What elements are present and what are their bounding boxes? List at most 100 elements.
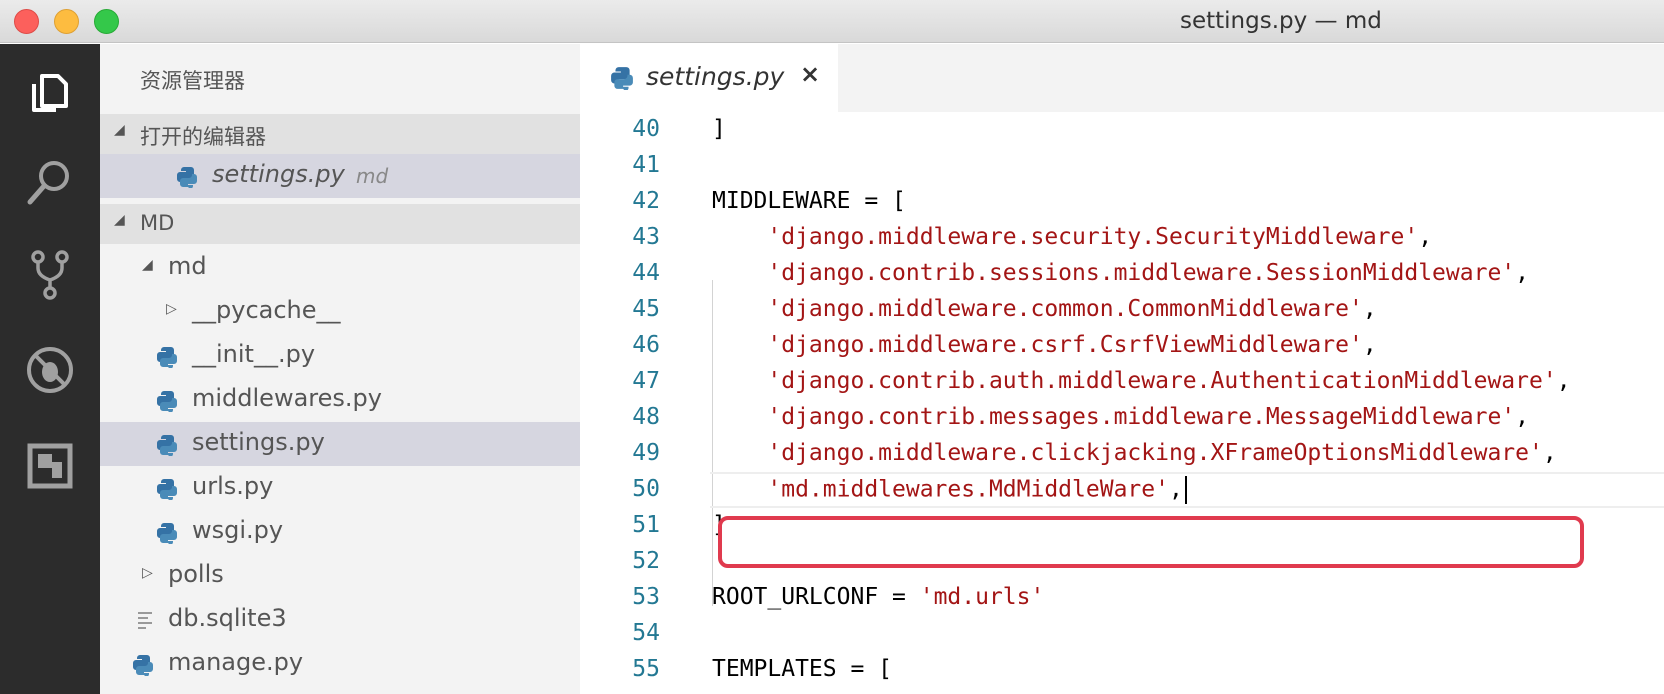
highlight-annotation-box: [718, 516, 1584, 568]
line-number: 45: [632, 296, 660, 322]
python-file-icon: [156, 522, 178, 544]
code-string: 'django.middleware.csrf.CsrfViewMiddlewa…: [767, 332, 1363, 358]
source-control-icon[interactable]: [24, 249, 76, 301]
code-line[interactable]: 49 'django.middleware.clickjacking.XFram…: [580, 436, 1664, 472]
code-line[interactable]: 42 MIDDLEWARE = [: [580, 184, 1664, 220]
line-number: 49: [632, 440, 660, 466]
line-number: 54: [632, 620, 660, 646]
line-number: 41: [632, 152, 660, 178]
tree-item-init-py[interactable]: __init__.py: [100, 334, 580, 378]
code-text: ROOT_URLCONF = 'md.urls': [712, 584, 1044, 610]
text-cursor: [1184, 476, 1187, 504]
code-text: 'django.contrib.messages.middleware.Mess…: [712, 404, 1529, 430]
code-punctuation: ,: [1515, 404, 1529, 430]
code-line[interactable]: 54: [580, 616, 1664, 652]
python-file-icon: [156, 390, 178, 412]
python-file-icon: [156, 478, 178, 500]
tree-item-settings-py[interactable]: settings.py: [100, 422, 580, 466]
tree-item-middlewares-py[interactable]: middlewares.py: [100, 378, 580, 422]
text-file-icon: [136, 609, 154, 631]
line-number: 50: [632, 476, 660, 502]
code-line[interactable]: 44 'django.contrib.sessions.middleware.S…: [580, 256, 1664, 292]
line-number: 46: [632, 332, 660, 358]
collapse-triangle-icon: ◢: [114, 212, 125, 228]
tree-item-manage-py[interactable]: manage.py: [100, 642, 580, 686]
code-line[interactable]: 55 TEMPLATES = [: [580, 652, 1664, 688]
folder-expanded-icon: ◢: [142, 257, 153, 273]
tree-item-db-sqlite3[interactable]: db.sqlite3: [100, 598, 580, 642]
title-bar: settings.py — md: [0, 0, 1664, 43]
explorer-icon[interactable]: [24, 66, 76, 118]
tree-item-md-folder[interactable]: ◢ md: [100, 246, 580, 290]
python-file-icon: [156, 434, 178, 456]
code-text: TEMPLATES = [: [712, 656, 892, 682]
code-line[interactable]: 47 'django.contrib.auth.middleware.Authe…: [580, 364, 1664, 400]
code-line[interactable]: 48 'django.contrib.messages.middleware.M…: [580, 400, 1664, 436]
tab-settings-py[interactable]: settings.py ×: [580, 44, 838, 112]
python-file-icon: [132, 654, 154, 676]
line-number: 53: [632, 584, 660, 610]
line-number: 51: [632, 512, 660, 538]
code-punctuation: ,: [1542, 440, 1557, 466]
code-plain: ]: [712, 116, 726, 142]
activity-bar: [0, 44, 100, 694]
window-maximize-button[interactable]: [94, 9, 119, 34]
line-number: 47: [632, 368, 660, 394]
code-string: 'django.middleware.clickjacking.XFrameOp…: [767, 440, 1543, 466]
code-punctuation: ,: [1515, 260, 1529, 286]
line-number: 42: [632, 188, 660, 214]
python-file-icon: [156, 346, 178, 368]
code-line[interactable]: 43 'django.middleware.security.SecurityM…: [580, 220, 1664, 256]
line-number: 55: [632, 656, 660, 682]
editor: settings.py × 40] 41 42 MIDDLEWARE = [ 43 'd…: [580, 44, 1664, 694]
workspace-header[interactable]: ◢ MD: [100, 204, 580, 244]
code-text: 'django.contrib.auth.middleware.Authenti…: [712, 368, 1571, 394]
code-string: 'django.middleware.common.CommonMiddlewa…: [767, 296, 1363, 322]
code-line[interactable]: 41: [580, 148, 1664, 184]
window-title: settings.py — md: [1180, 8, 1382, 34]
code-area[interactable]: 40] 41 42 MIDDLEWARE = [ 43 'django.middlewa…: [580, 112, 1664, 694]
open-editor-item[interactable]: settings.py md: [100, 154, 580, 198]
code-line[interactable]: 40]: [580, 112, 1664, 148]
tab-close-icon[interactable]: ×: [800, 60, 820, 88]
code-text: 'md.middlewares.MdMiddleWare',: [712, 476, 1187, 504]
code-line[interactable]: 53 ROOT_URLCONF = 'md.urls': [580, 580, 1664, 616]
code-text: 'django.middleware.security.SecurityMidd…: [712, 224, 1432, 250]
open-editors-header[interactable]: ◢ 打开的编辑器: [100, 114, 580, 154]
sidebar-title: 资源管理器: [140, 69, 245, 93]
code-line[interactable]: 45 'django.middleware.common.CommonMiddl…: [580, 292, 1664, 328]
line-number: 48: [632, 404, 660, 430]
folder-collapsed-icon: ▷: [166, 301, 177, 317]
code-text: MIDDLEWARE = [: [712, 188, 906, 214]
code-line[interactable]: 46 'django.middleware.csrf.CsrfViewMiddl…: [580, 328, 1664, 364]
folder-collapsed-icon: ▷: [142, 565, 153, 581]
code-line[interactable]: 50 'md.middlewares.MdMiddleWare',: [580, 472, 1664, 508]
window-close-button[interactable]: [14, 9, 39, 34]
extensions-icon[interactable]: [24, 440, 76, 492]
python-file-icon: [176, 166, 198, 188]
code-string: 'md.urls': [919, 584, 1045, 610]
tree-item-wsgi-py[interactable]: wsgi.py: [100, 510, 580, 554]
window-minimize-button[interactable]: [54, 9, 79, 34]
code-text: 'django.middleware.csrf.CsrfViewMiddlewa…: [712, 332, 1377, 358]
code-punctuation: ,: [1556, 368, 1571, 394]
debug-icon[interactable]: [24, 344, 76, 396]
line-number: 40: [632, 116, 660, 142]
code-punctuation: ,: [1418, 224, 1433, 250]
code-punctuation: ,: [1362, 332, 1377, 358]
code-text: 'django.middleware.clickjacking.XFrameOp…: [712, 440, 1557, 466]
search-icon[interactable]: [24, 156, 76, 208]
collapse-triangle-icon: ◢: [114, 122, 125, 138]
code-text: ]: [712, 116, 726, 142]
tree-item-polls-folder[interactable]: ▷ polls: [100, 554, 580, 598]
tree-item-pycache-folder[interactable]: ▷ __pycache__: [100, 290, 580, 334]
python-file-icon: [610, 66, 634, 90]
tree-item-urls-py[interactable]: urls.py: [100, 466, 580, 510]
